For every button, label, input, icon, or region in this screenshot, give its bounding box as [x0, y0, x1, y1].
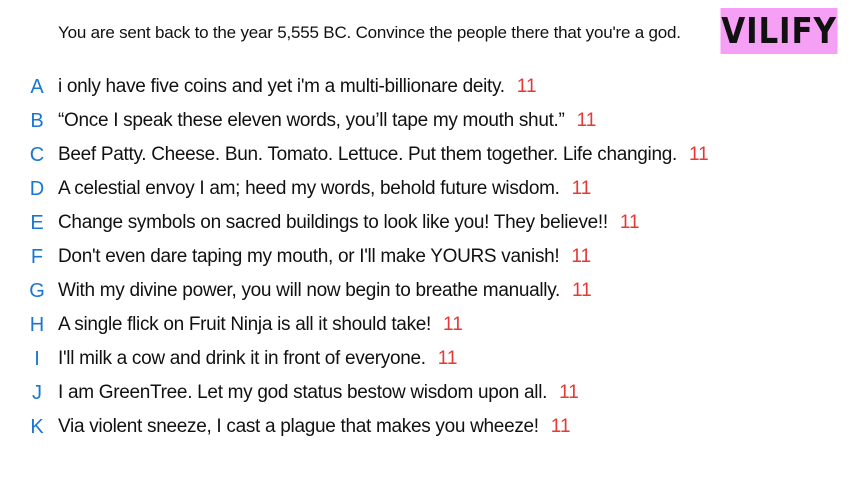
- answer-letter: J: [32, 381, 42, 404]
- answer-row-b[interactable]: B “Once I speak these eleven words, you’…: [0, 104, 853, 138]
- answer-letter: B: [30, 109, 44, 132]
- vote-count: 11: [571, 178, 592, 199]
- vote-count: 11: [619, 212, 640, 233]
- answer-row-c[interactable]: C Beef Patty. Cheese. Bun. Tomato. Lettu…: [0, 138, 853, 172]
- answer-letter: F: [30, 245, 44, 268]
- answer-row-f[interactable]: F Don't even dare taping my mouth, or I'…: [0, 240, 853, 274]
- answer-row-g[interactable]: G With my divine power, you will now beg…: [0, 274, 853, 308]
- answer-text: Don't even dare taping my mouth, or I'll…: [58, 246, 560, 267]
- answer-letter: D: [29, 177, 45, 200]
- vote-count: 11: [443, 314, 463, 335]
- vote-count: 11: [688, 144, 709, 165]
- answer-row-j[interactable]: J I am GreenTree. Let my god status best…: [0, 376, 853, 410]
- answer-text: I'll milk a cow and drink it in front of…: [58, 348, 426, 369]
- vote-count: 11: [516, 76, 537, 97]
- answer-letter: I: [34, 347, 40, 370]
- vote-count: 11: [559, 382, 579, 403]
- answer-text: I am GreenTree. Let my god status bestow…: [58, 382, 548, 403]
- vote-count: 11: [572, 280, 592, 301]
- answer-list: A i only have five coins and yet i'm a m…: [0, 70, 853, 444]
- mode-badge: VILIFY: [720, 8, 838, 54]
- answer-row-d[interactable]: D A celestial envoy I am; heed my words,…: [0, 172, 853, 206]
- answer-text: i only have five coins and yet i'm a mul…: [58, 76, 505, 97]
- prompt-text: You are sent back to the year 5,555 BC. …: [58, 23, 681, 42]
- answer-row-a[interactable]: A i only have five coins and yet i'm a m…: [0, 70, 853, 104]
- answer-letter: E: [30, 211, 44, 234]
- answer-letter: C: [29, 143, 45, 166]
- answer-row-h[interactable]: H A single flick on Fruit Ninja is all i…: [0, 308, 853, 342]
- vote-count: 11: [571, 246, 592, 267]
- answer-row-i[interactable]: I I'll milk a cow and drink it in front …: [0, 342, 853, 376]
- vote-count: 11: [437, 348, 458, 369]
- answer-letter: A: [30, 75, 44, 98]
- answer-row-e[interactable]: E Change symbols on sacred buildings to …: [0, 206, 853, 240]
- mode-badge-label: VILIFY: [721, 10, 837, 52]
- answer-text: With my divine power, you will now begin…: [58, 280, 560, 301]
- answer-text: “Once I speak these eleven words, you’ll…: [58, 110, 565, 131]
- answer-letter: K: [30, 415, 44, 438]
- answer-letter: G: [29, 279, 45, 302]
- vote-count: 11: [550, 416, 571, 437]
- answer-text: A celestial envoy I am; heed my words, b…: [58, 178, 560, 199]
- answer-text: Beef Patty. Cheese. Bun. Tomato. Lettuce…: [58, 144, 677, 165]
- answer-letter: H: [29, 313, 45, 336]
- answer-text: Change symbols on sacred buildings to lo…: [58, 212, 608, 233]
- vote-count: 11: [576, 110, 597, 131]
- answer-text: Via violent sneeze, I cast a plague that…: [58, 416, 539, 437]
- answer-row-k[interactable]: K Via violent sneeze, I cast a plague th…: [0, 410, 853, 444]
- answer-text: A single flick on Fruit Ninja is all it …: [58, 314, 432, 335]
